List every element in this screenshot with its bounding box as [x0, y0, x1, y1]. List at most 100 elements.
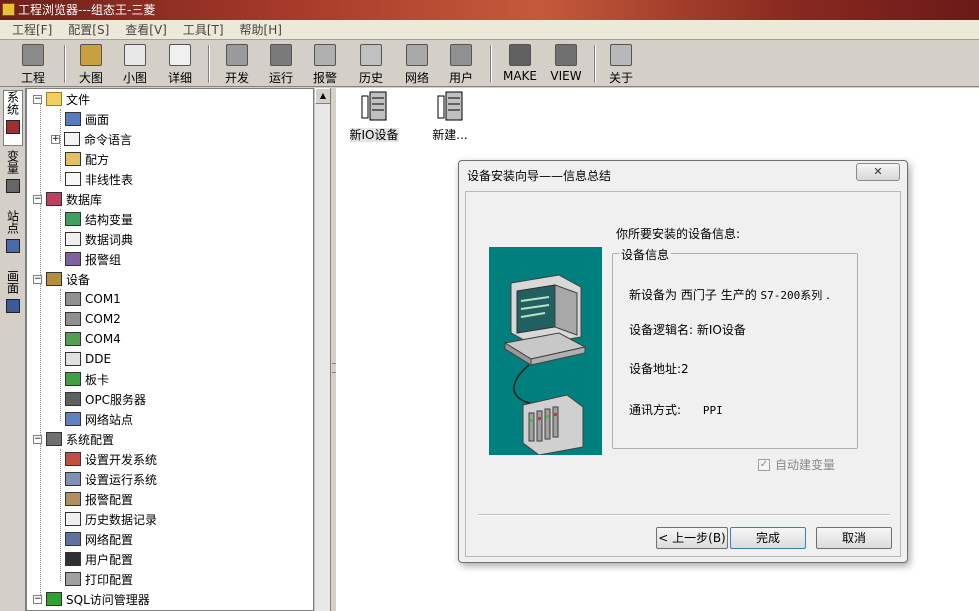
tree-history-record[interactable]: 历史数据记录 [65, 509, 157, 529]
tree-struct-variable[interactable]: 结构变量 [65, 209, 133, 229]
tree-nonlinear-table[interactable]: 非线性表 [65, 169, 133, 189]
previous-button[interactable]: < 上一步(B) [656, 527, 728, 549]
tree-sql-manager[interactable]: − SQL访问管理器 [33, 589, 150, 609]
expand-icon[interactable]: + [51, 134, 60, 144]
tree-recipe[interactable]: 配方 [65, 149, 109, 169]
about-icon [610, 44, 632, 66]
auto-create-variable-checkbox[interactable]: ✓ 自动建变量 [758, 456, 835, 473]
tree-file[interactable]: − 文件 [33, 89, 90, 109]
project-tree: − 文件 画面 + 命令语言 配方 非线性表 − 数据库 结构变量 数据词典 报… [26, 88, 314, 611]
menu-view[interactable]: 查看[V] [117, 21, 175, 38]
collapse-icon[interactable]: − [33, 274, 42, 284]
tree-screen[interactable]: 画面 [65, 109, 109, 129]
tree-board[interactable]: 板卡 [65, 369, 109, 389]
menu-project[interactable]: 工程[F] [4, 21, 60, 38]
dialog-separator [478, 514, 890, 516]
tree-alarm-config[interactable]: 报警配置 [65, 489, 133, 509]
tree-device[interactable]: − 设备 [33, 269, 90, 289]
variables-icon [6, 179, 20, 193]
key-icon [450, 44, 472, 66]
run-button[interactable]: 运行 [260, 43, 302, 85]
logical-name-line: 设备逻辑名: 新IO设备 [629, 323, 746, 337]
tree-com1[interactable]: COM1 [65, 289, 121, 309]
toolbar-separator [208, 45, 210, 83]
tree-dev-system[interactable]: 设置开发系统 [65, 449, 157, 469]
tree-system-config[interactable]: − 系统配置 [33, 429, 114, 449]
serial-port-icon [65, 312, 81, 326]
tree-com2[interactable]: COM2 [65, 309, 121, 329]
about-button[interactable]: 关于 [600, 43, 642, 85]
cancel-button[interactable]: 取消 [816, 527, 892, 549]
large-icon-button[interactable]: 大图 [70, 43, 112, 85]
tree-command-language[interactable]: + 命令语言 [51, 129, 132, 149]
large-icon-icon [80, 44, 102, 66]
tab-stations[interactable]: 站点 [3, 210, 23, 266]
device-new[interactable]: 新建... [412, 90, 488, 143]
tree-alarm-group[interactable]: 报警组 [65, 249, 121, 269]
tree-network-station[interactable]: 网络站点 [65, 409, 133, 429]
network-button[interactable]: 网络 [396, 43, 438, 85]
close-button[interactable]: ✕ [856, 163, 900, 181]
tree-database[interactable]: − 数据库 [33, 189, 102, 209]
toolbar-separator [490, 45, 492, 83]
tree-connector [60, 449, 61, 581]
view-button[interactable]: VIEW [544, 43, 588, 85]
dev-system-icon [65, 452, 81, 466]
detail-button[interactable]: 详细 [158, 43, 202, 85]
tree-dde[interactable]: DDE [65, 349, 111, 369]
tab-variables[interactable]: 变量 [3, 150, 23, 206]
network-config-icon [65, 532, 81, 546]
menu-bar: 工程[F] 配置[S] 查看[V] 工具[T] 帮助[H] [0, 20, 979, 40]
run-system-icon [65, 472, 81, 486]
develop-icon [226, 44, 248, 66]
menu-config[interactable]: 配置[S] [60, 21, 117, 38]
alarm-button[interactable]: 报警 [304, 43, 346, 85]
device-wizard-dialog: 设备安装向导——信息总结 ✕ 你所要安装的设备信息: 设备信息 新设备为 西门子… [458, 160, 908, 563]
develop-button[interactable]: 开发 [216, 43, 258, 85]
device-address-line: 设备地址:2 [629, 362, 689, 376]
menu-help[interactable]: 帮助[H] [232, 21, 290, 38]
tab-system[interactable]: 系统 [3, 90, 23, 146]
scroll-up-icon[interactable]: ▲ [315, 88, 331, 104]
history-icon [360, 44, 382, 66]
tree-user-config[interactable]: 用户配置 [65, 549, 133, 569]
tree-com4[interactable]: COM4 [65, 329, 121, 349]
collapse-icon[interactable]: − [33, 94, 42, 104]
groupbox-title: 设备信息 [619, 246, 672, 263]
tree-network-config[interactable]: 网络配置 [65, 529, 133, 549]
project-button[interactable]: 工程 [10, 43, 56, 85]
tree-print-config[interactable]: 打印配置 [65, 569, 133, 589]
device-info-groupbox: 设备信息 新设备为 西门子 生产的 S7-200系列 . 设备逻辑名: 新IO设… [612, 246, 858, 449]
app-icon [2, 3, 15, 16]
computer-device-illustration [489, 247, 602, 455]
network-station-icon [65, 412, 81, 426]
alarm-icon [314, 44, 336, 66]
detail-list-icon [169, 44, 191, 66]
tab-screens[interactable]: 画面 [3, 270, 23, 326]
checkbox-check-icon: ✓ [758, 458, 770, 471]
dialog-body: 你所要安装的设备信息: 设备信息 新设备为 西门子 生产的 S7-200系列 .… [465, 191, 901, 557]
device-new-io[interactable]: 新IO设备 [336, 90, 412, 143]
folder-icon [46, 92, 62, 106]
collapse-icon[interactable]: − [33, 434, 42, 444]
finish-button[interactable]: 完成 [730, 527, 806, 549]
tree-scrollbar[interactable]: ▲ [314, 88, 331, 611]
tree-opc-server[interactable]: OPC服务器 [65, 389, 146, 409]
user-button[interactable]: 用户 [440, 43, 482, 85]
dde-icon [65, 352, 81, 366]
tree-data-dictionary[interactable]: 数据词典 [65, 229, 133, 249]
serial-port-icon [65, 332, 81, 346]
small-icon-button[interactable]: 小图 [114, 43, 156, 85]
side-tab-strip: 系统 变量 站点 画面 [0, 88, 26, 611]
collapse-icon[interactable]: − [33, 594, 42, 604]
alarm-config-icon [65, 492, 81, 506]
menu-tools[interactable]: 工具[T] [175, 21, 232, 38]
recipe-icon [65, 152, 81, 166]
tree-connector [60, 209, 61, 261]
tree-run-system[interactable]: 设置运行系统 [65, 469, 157, 489]
tree-connector [60, 289, 61, 421]
user-icon [65, 552, 81, 566]
collapse-icon[interactable]: − [33, 194, 42, 204]
history-button[interactable]: 历史 [350, 43, 392, 85]
make-button[interactable]: MAKE [498, 43, 542, 85]
